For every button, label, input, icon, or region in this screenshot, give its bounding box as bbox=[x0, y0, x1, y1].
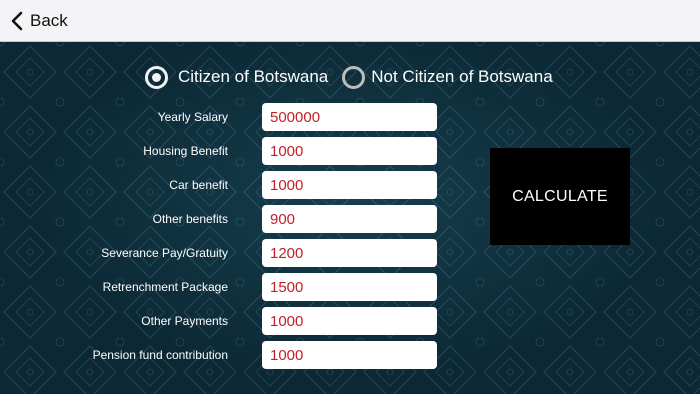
pension-fund-input[interactable] bbox=[262, 341, 437, 369]
radio-selected-icon[interactable] bbox=[145, 65, 168, 89]
tax-form: Citizen of Botswana Not Citizen of Botsw… bbox=[0, 42, 700, 394]
housing-benefit-label: Housing Benefit bbox=[143, 144, 228, 158]
citizen-label: Citizen of Botswana bbox=[178, 67, 329, 86]
radio-unselected-icon[interactable] bbox=[342, 65, 366, 89]
chevron-left-icon bbox=[11, 11, 23, 31]
other-payments-input[interactable] bbox=[262, 307, 437, 335]
citizenship-radio-group: Citizen of Botswana Not Citizen of Botsw… bbox=[145, 64, 553, 90]
severance-pay-label: Severance Pay/Gratuity bbox=[101, 246, 228, 260]
pension-fund-label: Pension fund contribution bbox=[92, 348, 228, 362]
retrenchment-package-label: Retrenchment Package bbox=[102, 280, 228, 294]
yearly-salary-input[interactable] bbox=[262, 103, 437, 131]
retrenchment-package-input[interactable] bbox=[262, 273, 437, 301]
back-label: Back bbox=[30, 11, 68, 30]
calculate-button[interactable]: CALCULATE bbox=[490, 148, 630, 245]
non-citizen-label: Not Citizen of Botswana bbox=[371, 67, 553, 86]
yearly-salary-label: Yearly Salary bbox=[157, 110, 228, 124]
back-button[interactable]: Back bbox=[10, 8, 68, 34]
other-payments-label: Other Payments bbox=[141, 314, 228, 328]
car-benefit-label: Car benefit bbox=[169, 178, 228, 192]
other-benefits-label: Other benefits bbox=[152, 212, 228, 226]
other-benefits-input[interactable] bbox=[262, 205, 437, 233]
non-citizen-option[interactable]: Not Citizen of Botswana bbox=[342, 65, 553, 89]
citizen-option[interactable]: Citizen of Botswana bbox=[145, 65, 329, 89]
navigation-bar: Back bbox=[0, 0, 700, 42]
car-benefit-input[interactable] bbox=[262, 171, 437, 199]
severance-pay-input[interactable] bbox=[262, 239, 437, 267]
housing-benefit-input[interactable] bbox=[262, 137, 437, 165]
